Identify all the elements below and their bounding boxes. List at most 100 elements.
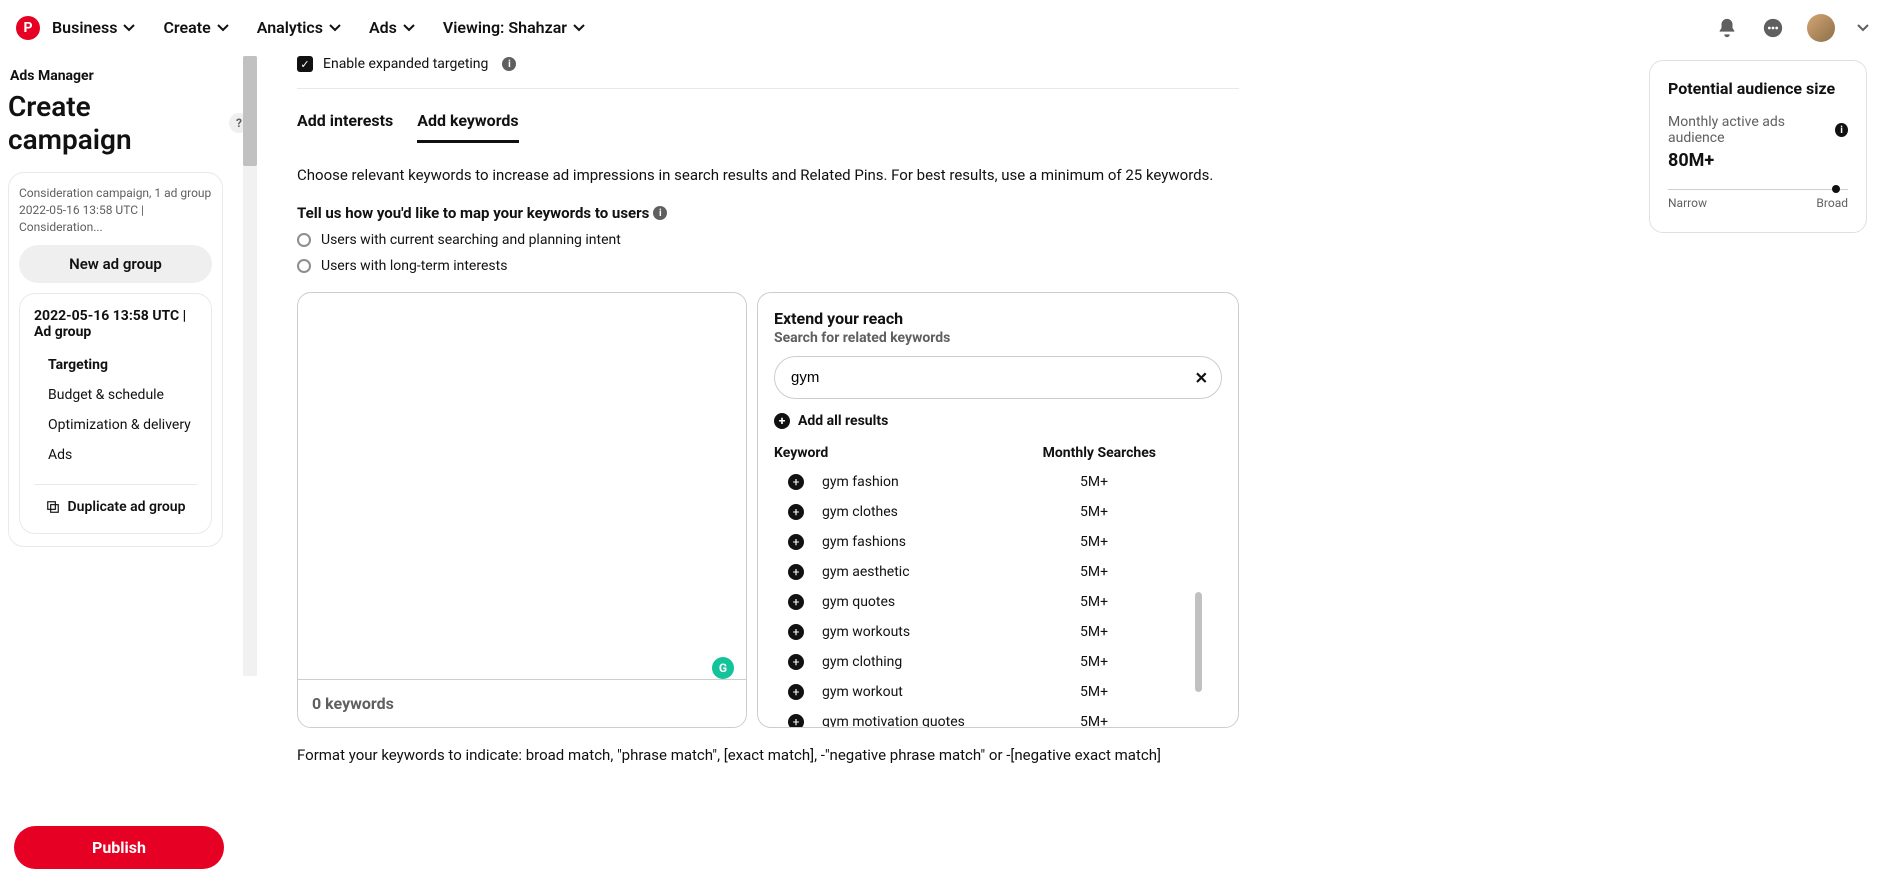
nav-ads[interactable]: Ads xyxy=(369,18,415,37)
nav-label: Ads xyxy=(369,18,397,37)
keyword-count: 5M+ xyxy=(1080,534,1108,550)
col-searches: Monthly Searches xyxy=(1043,445,1156,461)
keyword-search-wrap: ✕ xyxy=(774,356,1222,399)
nav-create[interactable]: Create xyxy=(163,18,228,37)
scrollbar-thumb[interactable] xyxy=(243,56,257,166)
main-content: ✓ Enable expanded targeting i Add intere… xyxy=(257,56,1649,824)
col-keyword: Keyword xyxy=(774,445,828,461)
add-keyword-button[interactable]: + xyxy=(788,714,804,727)
keyword-count: 5M+ xyxy=(1080,504,1108,520)
add-keyword-button[interactable]: + xyxy=(788,564,804,580)
sidebar: Ads Manager Create campaign ? Considerat… xyxy=(0,56,257,824)
slider-labels: Narrow Broad xyxy=(1668,196,1848,210)
clear-icon[interactable]: ✕ xyxy=(1195,368,1208,387)
campaign-meta-line2: 2022-05-16 13:58 UTC | Consideration... xyxy=(19,202,212,236)
add-all-results-button[interactable]: + Add all results xyxy=(774,413,1222,429)
nav-budget[interactable]: Budget & schedule xyxy=(34,380,197,410)
avatar[interactable] xyxy=(1807,14,1835,42)
slider-dot xyxy=(1832,185,1840,193)
keyword-search-input[interactable] xyxy=(774,356,1222,399)
nav-ads[interactable]: Ads xyxy=(34,440,197,470)
radio-icon xyxy=(297,233,311,247)
nav-viewing[interactable]: Viewing: Shahzar xyxy=(443,18,585,37)
info-icon[interactable]: i xyxy=(502,57,516,71)
nav-targeting[interactable]: Targeting xyxy=(34,350,197,380)
audience-title: Potential audience size xyxy=(1668,79,1848,98)
right-column: Potential audience size Monthly active a… xyxy=(1649,56,1885,824)
audience-card: Potential audience size Monthly active a… xyxy=(1649,60,1867,233)
chat-icon[interactable] xyxy=(1761,16,1785,40)
keyword-name: gym aesthetic xyxy=(822,564,1062,580)
bell-icon[interactable] xyxy=(1715,16,1739,40)
ad-group-title: 2022-05-16 13:58 UTC | Ad group xyxy=(34,308,197,340)
add-keyword-button[interactable]: + xyxy=(788,534,804,550)
chevron-down-icon xyxy=(403,22,415,34)
slider-narrow-label: Narrow xyxy=(1668,196,1707,210)
keyword-name: gym workout xyxy=(822,684,1062,700)
info-icon[interactable]: i xyxy=(653,206,667,220)
nav-analytics[interactable]: Analytics xyxy=(257,18,341,37)
nav-business[interactable]: Business xyxy=(52,18,135,37)
audience-sub-text: Monthly active ads audience xyxy=(1668,114,1831,146)
slider-broad-label: Broad xyxy=(1816,196,1848,210)
keyword-count: 5M+ xyxy=(1080,684,1108,700)
add-all-label: Add all results xyxy=(798,413,888,429)
audience-slider: Narrow Broad xyxy=(1668,189,1848,210)
add-keyword-button[interactable]: + xyxy=(788,654,804,670)
keyword-count: 5M+ xyxy=(1080,624,1108,640)
tab-add-interests[interactable]: Add interests xyxy=(297,111,393,143)
keyword-count: 5M+ xyxy=(1080,714,1108,727)
keyword-name: gym workouts xyxy=(822,624,1062,640)
page-title-text: Create campaign xyxy=(8,90,221,156)
expanded-targeting-checkbox[interactable]: ✓ xyxy=(297,56,313,72)
scrollbar-thumb[interactable] xyxy=(1195,592,1202,692)
keyword-count: 5M+ xyxy=(1080,654,1108,670)
keyword-table-header: Keyword Monthly Searches xyxy=(774,445,1222,461)
chevron-down-icon xyxy=(573,22,585,34)
extend-title: Extend your reach xyxy=(774,309,1222,328)
radio-searching-intent[interactable]: Users with current searching and plannin… xyxy=(297,232,1239,248)
ad-group-card: 2022-05-16 13:58 UTC | Ad group Targetin… xyxy=(19,293,212,534)
info-icon[interactable]: i xyxy=(1835,123,1848,137)
extend-subtitle: Search for related keywords xyxy=(774,330,1222,346)
keyword-row: + gym workout 5M+ xyxy=(774,677,1222,707)
new-ad-group-button[interactable]: New ad group xyxy=(19,245,212,283)
keyword-name: gym clothing xyxy=(822,654,1062,670)
mapping-question-text: Tell us how you'd like to map your keywo… xyxy=(297,204,649,222)
scrollbar-track[interactable] xyxy=(243,56,257,676)
selected-keywords-panel: G 0 keywords xyxy=(297,292,747,728)
tab-add-keywords[interactable]: Add keywords xyxy=(417,111,518,143)
add-keyword-button[interactable]: + xyxy=(788,594,804,610)
radio-longterm-interests[interactable]: Users with long-term interests xyxy=(297,258,1239,274)
duplicate-ad-group-button[interactable]: Duplicate ad group xyxy=(34,484,197,515)
plus-icon: + xyxy=(774,413,790,429)
add-keyword-button[interactable]: + xyxy=(788,624,804,640)
add-keyword-button[interactable]: + xyxy=(788,474,804,490)
radio-label: Users with long-term interests xyxy=(321,258,507,274)
keyword-row: +gym quotes5M+ xyxy=(774,587,1222,617)
keyword-row: + gym aesthetic 5M+ xyxy=(774,557,1222,587)
expanded-targeting-row: ✓ Enable expanded targeting i xyxy=(297,56,1239,89)
chevron-down-icon xyxy=(123,22,135,34)
radio-label: Users with current searching and plannin… xyxy=(321,232,621,248)
mapping-question: Tell us how you'd like to map your keywo… xyxy=(297,204,1239,222)
ad-group-nav: Targeting Budget & schedule Optimization… xyxy=(34,350,197,470)
audience-value: 80M+ xyxy=(1668,150,1848,171)
add-keyword-button[interactable]: + xyxy=(788,684,804,700)
keyword-name: gym quotes xyxy=(822,594,1062,610)
publish-button[interactable]: Publish xyxy=(14,826,224,869)
chevron-down-icon[interactable] xyxy=(1857,22,1869,34)
keyword-name: gym fashions xyxy=(822,534,1062,550)
keyword-row: + gym clothing 5M+ xyxy=(774,647,1222,677)
keyword-name: gym clothes xyxy=(822,504,1062,520)
duplicate-icon xyxy=(46,500,60,514)
keyword-count: 5M+ xyxy=(1080,564,1108,580)
keyword-row: + gym clothes 5M+ xyxy=(774,497,1222,527)
grammarly-icon[interactable]: G xyxy=(712,657,734,679)
pinterest-logo[interactable]: P xyxy=(16,16,40,40)
nav-optimization[interactable]: Optimization & delivery xyxy=(34,410,197,440)
keyword-count: 5M+ xyxy=(1080,474,1108,490)
add-keyword-button[interactable]: + xyxy=(788,504,804,520)
keyword-row: +gym motivation quotes5M+ xyxy=(774,707,1222,727)
keyword-row: +gym fashion5M+ xyxy=(774,467,1222,497)
